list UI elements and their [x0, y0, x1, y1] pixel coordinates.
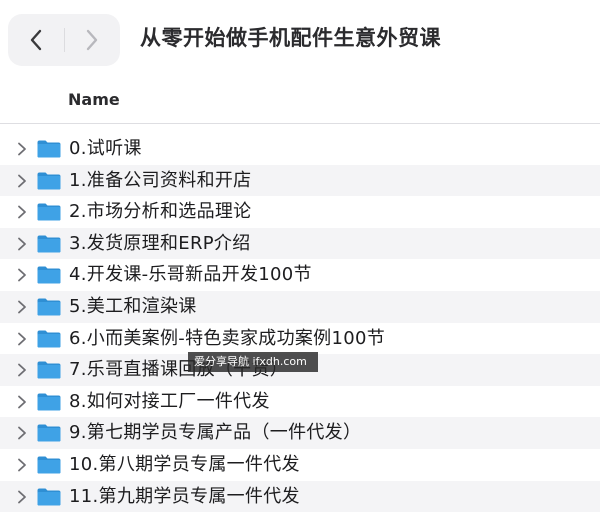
folder-row[interactable]: 1.准备公司资料和开店	[0, 164, 600, 197]
disclosure-chevron-right-icon[interactable]	[14, 489, 30, 505]
folder-icon	[37, 424, 61, 442]
folder-name: 0.试听课	[69, 138, 142, 159]
disclosure-chevron-right-icon[interactable]	[14, 425, 30, 441]
folder-name: 8.如何对接工厂一件代发	[69, 390, 270, 412]
disclosure-chevron-right-icon[interactable]	[14, 173, 30, 189]
disclosure-chevron-right-icon[interactable]	[14, 362, 30, 378]
header-divider	[0, 123, 600, 124]
disclosure-chevron-right-icon[interactable]	[14, 204, 30, 220]
folder-icon	[37, 266, 61, 284]
folder-name: 2.市场分析和选品理论	[69, 201, 252, 223]
folder-row[interactable]: 5.美工和渲染课	[0, 290, 600, 323]
folder-name: 6.小而美案例-特色卖家成功案例100节	[69, 327, 386, 349]
column-header-name[interactable]: Name	[68, 90, 120, 109]
chevron-right-icon	[86, 29, 98, 51]
folder-name: 11.第九期学员专属一件代发	[69, 485, 300, 507]
back-button[interactable]	[8, 14, 64, 66]
window-title: 从零开始做手机配件生意外贸课	[140, 26, 441, 50]
folder-icon	[37, 298, 61, 316]
forward-button[interactable]	[64, 14, 120, 66]
folder-row[interactable]: 3.发货原理和ERP介绍	[0, 227, 600, 260]
disclosure-chevron-right-icon[interactable]	[14, 141, 30, 157]
folder-name: 1.准备公司资料和开店	[69, 169, 252, 191]
disclosure-chevron-right-icon[interactable]	[14, 236, 30, 252]
folder-name: 5.美工和渲染课	[69, 295, 197, 317]
folder-row[interactable]: 8.如何对接工厂一件代发	[0, 386, 600, 418]
folder-row[interactable]: 10.第八期学员专属一件代发	[0, 449, 600, 481]
folder-icon	[37, 140, 61, 158]
folder-row[interactable]: 9.第七期学员专属产品（一件代发）	[0, 417, 600, 449]
folder-name: 10.第八期学员专属一件代发	[69, 453, 300, 475]
file-list: 0.试听课 1.准备公司资料和开店 2.市场分析和选品理论 3.发货原理和ERP介绍 4…	[0, 133, 600, 513]
disclosure-chevron-right-icon[interactable]	[14, 331, 30, 347]
folder-icon	[37, 361, 61, 379]
disclosure-chevron-right-icon[interactable]	[14, 267, 30, 283]
folder-name: 9.第七期学员专属产品（一件代发）	[69, 422, 362, 444]
folder-row[interactable]: 6.小而美案例-特色卖家成功案例100节	[0, 323, 600, 355]
folder-icon	[37, 235, 61, 253]
folder-icon	[37, 393, 61, 411]
disclosure-chevron-right-icon[interactable]	[14, 299, 30, 315]
folder-name: 3.发货原理和ERP介绍	[69, 232, 251, 254]
watermark: 爱分享导航 ifxdh.com	[188, 352, 318, 372]
toolbar: 从零开始做手机配件生意外贸课	[0, 0, 600, 78]
navigation-buttons	[8, 14, 120, 66]
chevron-left-icon	[30, 29, 42, 51]
folder-row[interactable]: 4.开发课-乐哥新品开发100节	[0, 259, 600, 291]
folder-icon	[37, 456, 61, 474]
folder-row[interactable]: 0.试听课	[0, 133, 600, 165]
folder-icon	[37, 172, 61, 190]
disclosure-chevron-right-icon[interactable]	[14, 457, 30, 473]
folder-icon	[37, 488, 61, 506]
disclosure-chevron-right-icon[interactable]	[14, 394, 30, 410]
folder-icon	[37, 330, 61, 348]
folder-row[interactable]: 11.第九期学员专属一件代发	[0, 480, 600, 513]
folder-row[interactable]: 2.市场分析和选品理论	[0, 196, 600, 228]
folder-name: 4.开发课-乐哥新品开发100节	[69, 264, 312, 286]
folder-icon	[37, 203, 61, 221]
